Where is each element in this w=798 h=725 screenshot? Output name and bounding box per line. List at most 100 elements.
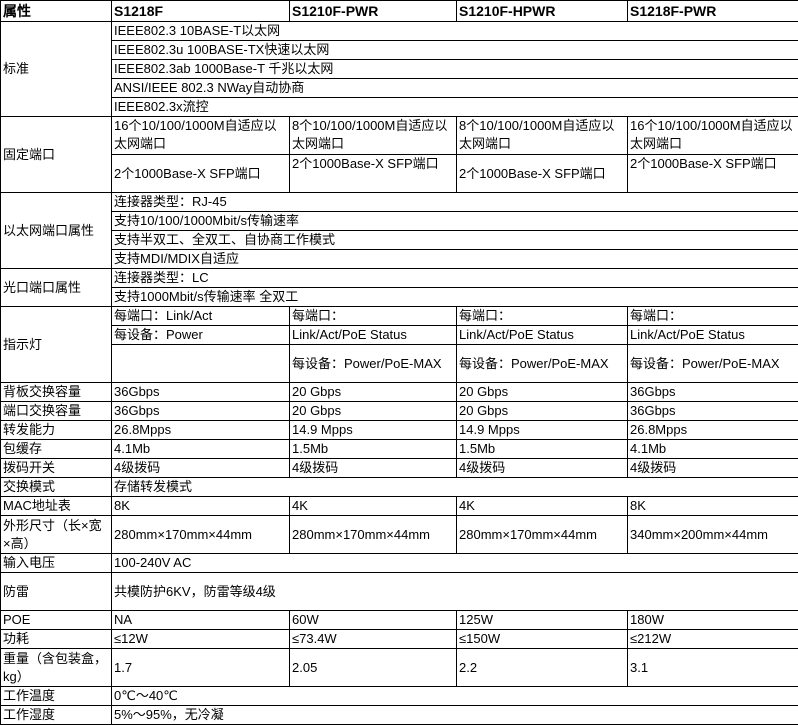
row-label: 转发能力 [1, 421, 112, 440]
row-label: MAC地址表 [1, 497, 112, 516]
row-label: 防雷 [1, 573, 112, 611]
row-label: 功耗 [1, 630, 112, 649]
row-label: 工作湿度 [1, 706, 112, 725]
cell: 0℃～40℃ [112, 687, 798, 706]
cell: 4.1Mb [628, 440, 798, 459]
header-attr: 属性 [1, 1, 112, 22]
cell: 26.8Mpps [628, 421, 798, 440]
row-label: 外形尺寸（长×宽×高） [1, 516, 112, 554]
cell: Link/Act/PoE Status [628, 326, 798, 345]
row-label: 工作温度 [1, 687, 112, 706]
cell: 2个1000Base-X SFP端口 [112, 155, 290, 193]
cell: 2个1000Base-X SFP端口 [290, 155, 457, 193]
row-label: 端口交换容量 [1, 402, 112, 421]
cell: Link/Act/PoE Status [457, 326, 628, 345]
cell: 26.8Mpps [112, 421, 290, 440]
cell: 36Gbps [112, 383, 290, 402]
cell: 20 Gbps [457, 383, 628, 402]
cell: ≤73.4W [290, 630, 457, 649]
cell: 36Gbps [112, 402, 290, 421]
row-label: 包缓存 [1, 440, 112, 459]
cell: 4K [457, 497, 628, 516]
cell: 14.9 Mpps [457, 421, 628, 440]
row-label: 拨码开关 [1, 459, 112, 478]
cell: 存储转发模式 [112, 478, 798, 497]
row-label: 输入电压 [1, 554, 112, 573]
row-label: POE [1, 611, 112, 630]
cell: 8K [112, 497, 290, 516]
cell: 支持1000Mbit/s传输速率 全双工 [112, 288, 798, 307]
cell: Link/Act/PoE Status [290, 326, 457, 345]
cell: 2个1000Base-X SFP端口 [628, 155, 798, 193]
row-label: 光口端口属性 [1, 269, 112, 307]
cell: 每端口：Link/Act [112, 307, 290, 326]
cell: NA [112, 611, 290, 630]
cell: 36Gbps [628, 383, 798, 402]
cell: 180W [628, 611, 798, 630]
spec-table: 属性 S1218F S1210F-PWR S1210F-HPWR S1218F-… [0, 0, 798, 725]
cell: 2个1000Base-X SFP端口 [457, 155, 628, 193]
row-label: 指示灯 [1, 307, 112, 383]
cell: 2.2 [457, 649, 628, 687]
cell: 36Gbps [628, 402, 798, 421]
cell: 125W [457, 611, 628, 630]
cell: 每设备：Power [112, 326, 290, 345]
cell: IEEE802.3 10BASE-T以太网 [112, 22, 798, 41]
cell: 4级拨码 [457, 459, 628, 478]
cell: 支持10/100/1000Mbit/s传输速率 [112, 212, 798, 231]
row-label: 交换模式 [1, 478, 112, 497]
cell: 280mm×170mm×44mm [290, 516, 457, 554]
header-model: S1218F [112, 1, 290, 22]
row-label: 以太网端口属性 [1, 193, 112, 269]
cell: 每端口： [457, 307, 628, 326]
header-model: S1210F-PWR [290, 1, 457, 22]
cell: 16个10/100/1000M自适应以太网端口 [628, 117, 798, 155]
cell: 1.5Mb [290, 440, 457, 459]
header-model: S1210F-HPWR [457, 1, 628, 22]
cell: 支持MDI/MDIX自适应 [112, 250, 798, 269]
header-row: 属性 S1218F S1210F-PWR S1210F-HPWR S1218F-… [1, 1, 798, 22]
cell: 8个10/100/1000M自适应以太网端口 [457, 117, 628, 155]
cell: 100-240V AC [112, 554, 798, 573]
cell: 4级拨码 [628, 459, 798, 478]
cell: IEEE802.3u 100BASE-TX快速以太网 [112, 41, 798, 60]
cell: 4级拨码 [112, 459, 290, 478]
cell: 3.1 [628, 649, 798, 687]
cell: 20 Gbps [290, 383, 457, 402]
cell: 1.7 [112, 649, 290, 687]
row-label: 背板交换容量 [1, 383, 112, 402]
cell: 每设备：Power/PoE-MAX [628, 345, 798, 383]
cell: 每端口： [628, 307, 798, 326]
cell: 4级拨码 [290, 459, 457, 478]
cell: 280mm×170mm×44mm [112, 516, 290, 554]
cell: 2.05 [290, 649, 457, 687]
cell: 5%～95%，无冷凝 [112, 706, 798, 725]
cell: 8K [628, 497, 798, 516]
cell: 16个10/100/1000M自适应以太网端口 [112, 117, 290, 155]
row-label: 标准 [1, 22, 112, 117]
cell: 4K [290, 497, 457, 516]
cell: 每端口： [290, 307, 457, 326]
cell: 连接器类型：LC [112, 269, 798, 288]
cell: 14.9 Mpps [290, 421, 457, 440]
cell: 20 Gbps [457, 402, 628, 421]
cell: 每设备：Power/PoE-MAX [290, 345, 457, 383]
cell: 每设备：Power/PoE-MAX [457, 345, 628, 383]
cell: IEEE802.3ab 1000Base-T 千兆以太网 [112, 60, 798, 79]
row-label: 固定端口 [1, 117, 112, 193]
cell: ≤150W [457, 630, 628, 649]
cell: 共模防护6KV，防雷等级4级 [112, 573, 798, 611]
cell: 连接器类型：RJ-45 [112, 193, 798, 212]
header-model: S1218F-PWR [628, 1, 798, 22]
cell: 8个10/100/1000M自适应以太网端口 [290, 117, 457, 155]
cell: 60W [290, 611, 457, 630]
cell: IEEE802.3x流控 [112, 98, 798, 117]
cell [112, 345, 290, 383]
cell: 340mm×200mm×44mm [628, 516, 798, 554]
cell: 支持半双工、全双工、自协商工作模式 [112, 231, 798, 250]
cell: 20 Gbps [290, 402, 457, 421]
cell: ≤12W [112, 630, 290, 649]
cell: ANSI/IEEE 802.3 NWay自动协商 [112, 79, 798, 98]
cell: 4.1Mb [112, 440, 290, 459]
cell: 280mm×170mm×44mm [457, 516, 628, 554]
